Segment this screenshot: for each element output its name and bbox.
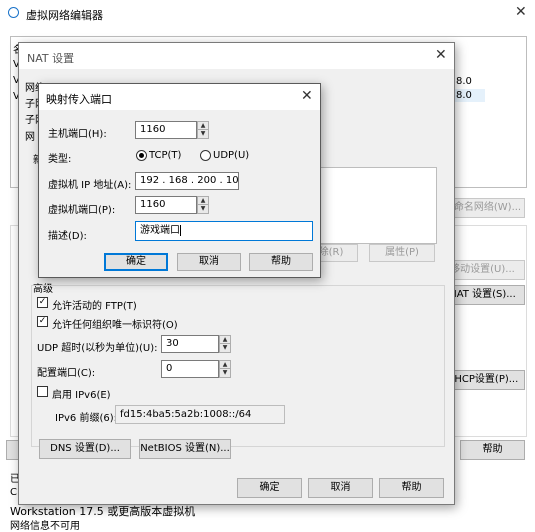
- ipv6-prefix-label: IPv6 前缀(6):: [55, 413, 117, 424]
- port-ok-button[interactable]: 确定: [104, 253, 168, 271]
- udp-label: UDP(U): [213, 150, 250, 161]
- vm-ip-label: 虚拟机 IP 地址(A):: [48, 180, 132, 191]
- tcp-radio[interactable]: [136, 150, 147, 161]
- port-cancel-button[interactable]: 取消: [177, 253, 241, 271]
- netbios-settings-button[interactable]: NetBIOS 设置(N)...: [139, 439, 231, 459]
- text-cursor: [180, 224, 181, 236]
- description-label: 描述(D):: [48, 231, 87, 242]
- type-label: 类型:: [48, 154, 72, 165]
- udp-radio[interactable]: [200, 150, 211, 161]
- nat-ok-button[interactable]: 确定: [237, 478, 302, 498]
- ipv6-prefix-input[interactable]: fd15:4ba5:5a2b:1008::/64: [115, 405, 285, 424]
- nat-left-fragment: 网: [25, 132, 35, 143]
- status-line: C: [10, 487, 17, 498]
- vm-port-input[interactable]: 1160: [135, 196, 197, 214]
- udp-timeout-input[interactable]: 30: [161, 335, 219, 353]
- main-window-title: 虚拟网络编辑器: [26, 9, 103, 22]
- port-help-button[interactable]: 帮助: [249, 253, 313, 271]
- config-port-stepper[interactable]: ▲ ▼: [219, 360, 231, 378]
- allow-org-id-checkbox[interactable]: ✓: [37, 316, 48, 327]
- config-port-label: 配置端口(C):: [37, 368, 96, 379]
- nat-dialog-titlebar: NAT 设置 ✕: [19, 43, 454, 69]
- vm-port-stepper[interactable]: ▲ ▼: [197, 196, 209, 214]
- nat-help-button[interactable]: 帮助: [379, 478, 444, 498]
- vm-ip-input[interactable]: 192 . 168 . 200 . 100: [135, 172, 239, 190]
- vm-port-label: 虚拟机端口(P):: [48, 205, 116, 216]
- allow-ftp-checkbox[interactable]: ✓: [37, 297, 48, 308]
- description-value: 游戏端口: [140, 225, 180, 236]
- udp-timeout-label: UDP 超时(以秒为单位)(U):: [37, 343, 158, 354]
- allow-ftp-label: 允许活动的 FTP(T): [52, 301, 137, 312]
- list-fragment: 8.0: [456, 76, 472, 87]
- config-port-input[interactable]: 0: [161, 360, 219, 378]
- dns-settings-button[interactable]: DNS 设置(D)...: [39, 439, 131, 459]
- list-fragment: 8.0: [456, 90, 472, 101]
- globe-icon: [8, 7, 19, 18]
- port-dialog-titlebar: 映射传入端口 ✕: [39, 84, 320, 110]
- nat-close-icon[interactable]: ✕: [435, 47, 447, 63]
- udp-timeout-stepper[interactable]: ▲ ▼: [219, 335, 231, 353]
- description-input[interactable]: 游戏端口: [135, 221, 313, 241]
- main-titlebar: 虚拟网络编辑器 ✕: [0, 0, 535, 28]
- enable-ipv6-checkbox[interactable]: [37, 386, 48, 397]
- host-port-input[interactable]: 1160: [135, 121, 197, 139]
- port-close-icon[interactable]: ✕: [301, 88, 313, 104]
- mapping-properties-button[interactable]: 属性(P): [369, 244, 435, 262]
- nat-cancel-button[interactable]: 取消: [308, 478, 373, 498]
- allow-org-id-label: 允许任何组织唯一标识符(O): [52, 320, 178, 331]
- host-port-stepper[interactable]: ▲ ▼: [197, 121, 209, 139]
- map-port-dialog: 映射传入端口 ✕ 主机端口(H): 1160 ▲ ▼ 类型: TCP(T) UDP…: [38, 83, 321, 278]
- port-dialog-title: 映射传入端口: [46, 93, 112, 106]
- nat-dialog-title: NAT 设置: [27, 52, 75, 65]
- enable-ipv6-label: 启用 IPv6(E): [52, 390, 111, 401]
- main-help-button[interactable]: 帮助: [460, 440, 525, 460]
- main-close-icon[interactable]: ✕: [515, 4, 527, 20]
- host-port-label: 主机端口(H):: [48, 129, 107, 140]
- tcp-label: TCP(T): [149, 150, 182, 161]
